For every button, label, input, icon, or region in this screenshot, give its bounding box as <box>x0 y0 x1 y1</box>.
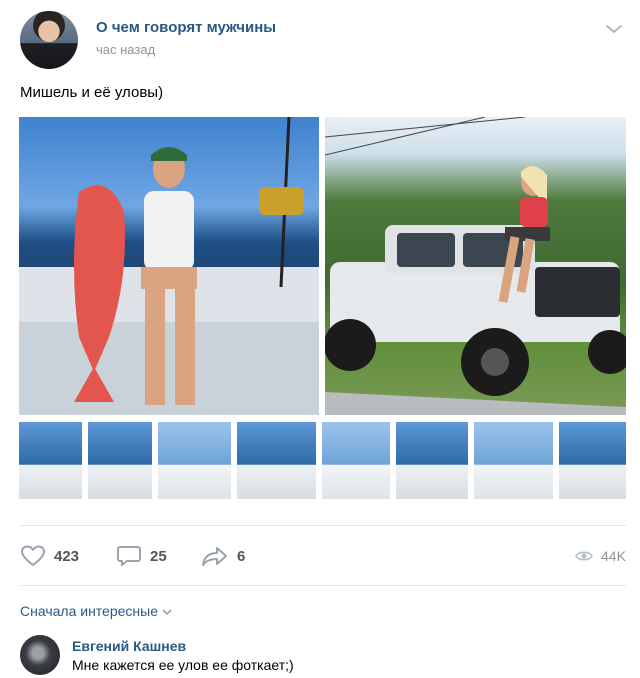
views-counter: 44K <box>575 543 626 569</box>
eye-icon <box>575 551 593 561</box>
chevron-down-icon <box>162 609 172 616</box>
comment-text: Мне кажется ее улов ее фоткает;) <box>72 657 294 673</box>
thumbnail-photo[interactable] <box>237 422 316 499</box>
comments-sort-label: Сначала интересные <box>20 603 158 619</box>
shares-count: 6 <box>237 547 246 565</box>
comment-button[interactable]: 25 <box>116 543 167 569</box>
share-button[interactable]: 6 <box>201 543 245 569</box>
thumbnail-photo[interactable] <box>158 422 231 499</box>
comment-author-name[interactable]: Евгений Кашнев <box>72 638 186 654</box>
like-button[interactable]: 423 <box>20 543 79 569</box>
thumbnail-photo[interactable] <box>88 422 152 499</box>
post-timestamp[interactable]: час назад <box>96 42 155 57</box>
thumbnail-photo[interactable] <box>19 422 82 499</box>
heart-icon <box>21 545 45 566</box>
photo-woman-on-white-truck[interactable] <box>325 117 626 415</box>
thumbnail-photo[interactable] <box>396 422 468 499</box>
group-name-link[interactable]: О чем говорят мужчины <box>96 19 276 36</box>
thumbnail-photo[interactable] <box>322 422 390 499</box>
group-avatar[interactable] <box>20 11 78 69</box>
post-text: Мишель и её уловы) <box>20 84 164 101</box>
photo-woman-with-fish-on-boat[interactable] <box>19 117 319 415</box>
views-count: 44K <box>601 548 626 564</box>
share-arrow-icon <box>202 547 227 566</box>
divider <box>19 585 626 586</box>
likes-count: 423 <box>54 547 80 565</box>
comment-author-avatar[interactable] <box>20 635 60 675</box>
thumbnail-photo[interactable] <box>474 422 553 499</box>
chevron-down-icon[interactable] <box>604 22 624 36</box>
speech-bubble-icon <box>117 546 141 566</box>
comments-count: 25 <box>150 547 167 565</box>
comments-sort-dropdown[interactable]: Сначала интересные <box>20 603 172 619</box>
thumbnail-photo[interactable] <box>559 422 626 499</box>
divider <box>19 525 626 526</box>
